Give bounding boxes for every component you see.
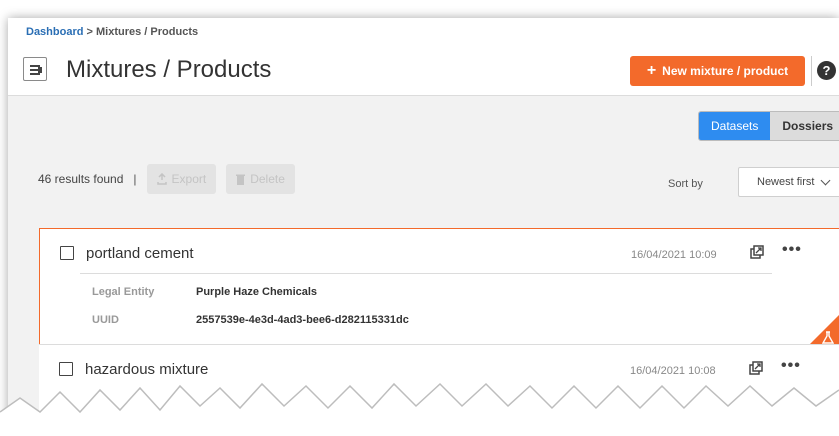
export-icon bbox=[156, 173, 167, 185]
torn-edge bbox=[0, 382, 839, 436]
delete-button[interactable]: Delete bbox=[226, 164, 295, 194]
page-header: Dashboard > Mixtures / Products Mixtures… bbox=[8, 18, 839, 96]
sort-select[interactable]: Newest first bbox=[738, 167, 839, 197]
sort-value: Newest first bbox=[757, 176, 815, 188]
results-toolbar: 46 results found | Export Delete bbox=[38, 164, 295, 194]
view-toggle: Datasets Dossiers bbox=[698, 111, 839, 141]
header-divider bbox=[811, 56, 812, 86]
breadcrumb-dashboard-link[interactable]: Dashboard bbox=[26, 26, 83, 38]
item-title[interactable]: portland cement bbox=[86, 245, 194, 262]
item-checkbox[interactable] bbox=[60, 246, 74, 260]
field-value: Purple Haze Chemicals bbox=[196, 286, 318, 298]
field-value: 2557539e-4e3d-4ad3-bee6-d282115331dc bbox=[196, 314, 409, 326]
new-mixture-label: New mixture / product bbox=[662, 64, 789, 78]
more-icon[interactable]: ••• bbox=[781, 357, 801, 375]
breadcrumb-separator: > bbox=[83, 26, 97, 38]
results-separator: | bbox=[133, 172, 137, 186]
breadcrumb-current: Mixtures / Products bbox=[96, 26, 199, 38]
app-window: Dashboard > Mixtures / Products Mixtures… bbox=[8, 18, 839, 428]
chevron-down-icon bbox=[821, 175, 831, 185]
help-icon[interactable]: ? bbox=[817, 61, 836, 80]
new-mixture-button[interactable]: + New mixture / product bbox=[630, 56, 805, 86]
export-button[interactable]: Export bbox=[146, 164, 217, 194]
open-external-icon[interactable] bbox=[749, 361, 763, 375]
list-item[interactable]: portland cement 16/04/2021 10:09 ••• Leg… bbox=[39, 228, 839, 352]
plus-icon: + bbox=[646, 62, 657, 79]
field-label: Legal Entity bbox=[92, 286, 155, 298]
more-icon[interactable]: ••• bbox=[782, 241, 802, 259]
page-title: Mixtures / Products bbox=[66, 56, 272, 83]
menu-toggle-icon[interactable] bbox=[23, 57, 47, 81]
toggle-datasets[interactable]: Datasets bbox=[699, 112, 771, 140]
breadcrumb: Dashboard > Mixtures / Products bbox=[26, 26, 198, 38]
delete-label: Delete bbox=[250, 172, 285, 186]
results-count: 46 results found bbox=[38, 172, 124, 186]
item-checkbox[interactable] bbox=[59, 362, 73, 376]
open-external-icon[interactable] bbox=[750, 245, 764, 259]
trash-icon bbox=[236, 174, 246, 185]
card-divider bbox=[80, 273, 772, 274]
field-label: UUID bbox=[92, 314, 119, 326]
item-timestamp: 16/04/2021 10:09 bbox=[631, 249, 717, 261]
toggle-dossiers[interactable]: Dossiers bbox=[770, 112, 839, 140]
export-label: Export bbox=[171, 172, 207, 186]
sort-label: Sort by bbox=[668, 178, 703, 190]
